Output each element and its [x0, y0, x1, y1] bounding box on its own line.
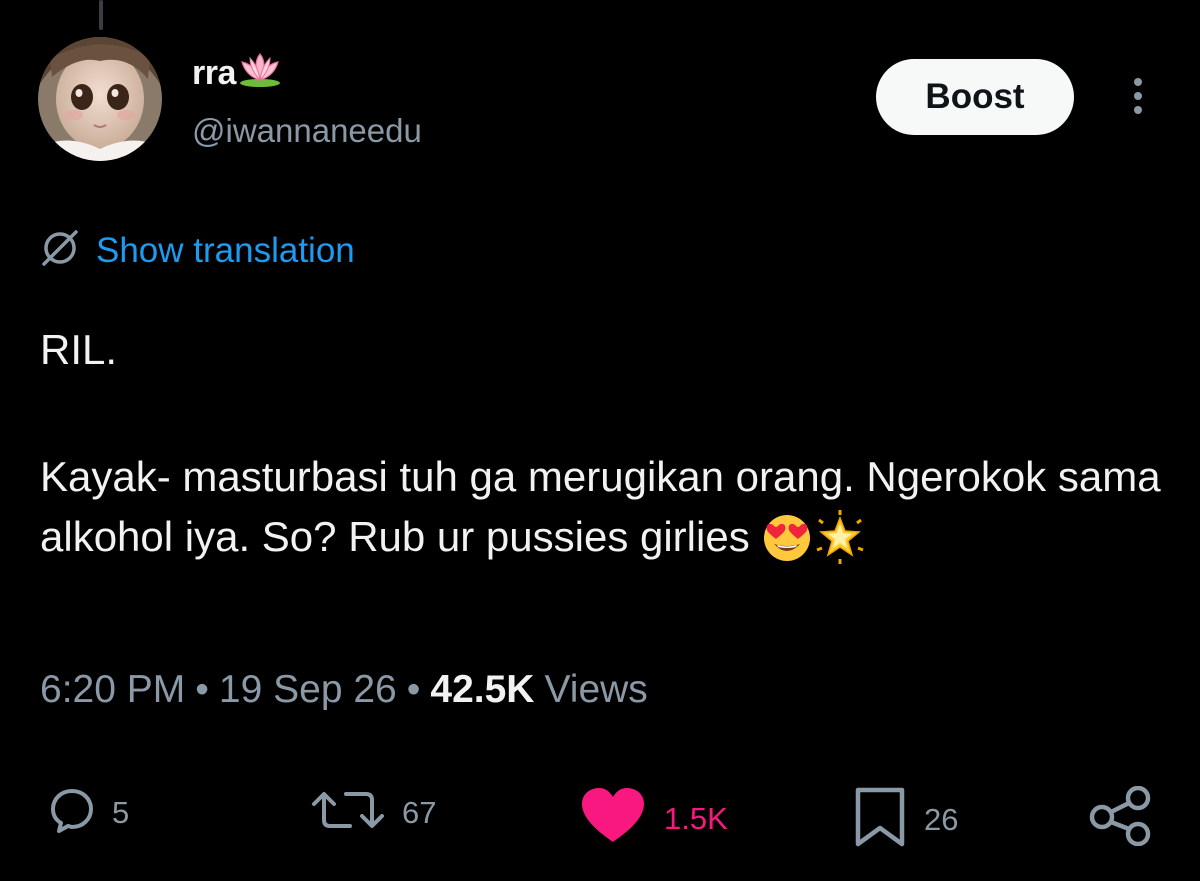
- reply-count: 5: [112, 794, 130, 830]
- post-text-paragraph: Kayak- masturbasi tuh ga merugikan orang…: [40, 447, 1180, 570]
- views-count: 42.5K: [430, 668, 535, 711]
- reply-button[interactable]: 5: [48, 786, 129, 839]
- author-display-name[interactable]: rra: [192, 50, 282, 97]
- like-button[interactable]: 1.5K: [578, 786, 728, 851]
- show-translation-link[interactable]: Show translation: [38, 226, 355, 275]
- bookmark-icon: [852, 786, 908, 853]
- heart-icon: [578, 786, 648, 851]
- heart-eyes-emoji-icon: [761, 510, 813, 570]
- like-count: 1.5K: [664, 800, 728, 836]
- more-options-icon[interactable]: [1120, 74, 1156, 118]
- share-icon: [1088, 785, 1154, 851]
- share-button[interactable]: [1088, 785, 1154, 851]
- post-date[interactable]: 19 Sep 26: [219, 668, 397, 712]
- meta-separator: •: [195, 668, 209, 711]
- glowing-star-emoji-icon: [813, 509, 867, 570]
- post-text-line-1: RIL.: [40, 326, 118, 373]
- lotus-icon: [238, 50, 282, 97]
- author-name-text: rra: [192, 54, 236, 92]
- post-text-paragraph-text: Kayak- masturbasi tuh ga merugikan orang…: [40, 453, 1161, 560]
- post-time[interactable]: 6:20 PM: [40, 668, 185, 712]
- avatar[interactable]: [38, 37, 162, 161]
- bookmark-count: 26: [924, 801, 959, 837]
- views-label: Views: [544, 668, 648, 711]
- boost-button[interactable]: Boost: [876, 59, 1074, 135]
- translate-icon: [38, 226, 82, 275]
- repost-button[interactable]: 67: [310, 786, 436, 839]
- bookmark-button[interactable]: 26: [852, 786, 958, 853]
- thread-connector-line: [99, 0, 103, 30]
- repost-count: 67: [402, 794, 437, 830]
- author-handle[interactable]: @iwannaneedu: [192, 112, 422, 150]
- post-metadata: 6:20 PM • 19 Sep 26 • 42.5K Views: [40, 668, 648, 712]
- meta-separator: •: [406, 668, 421, 711]
- repost-icon: [310, 786, 386, 839]
- reply-icon: [48, 786, 96, 839]
- show-translation-label: Show translation: [96, 230, 355, 270]
